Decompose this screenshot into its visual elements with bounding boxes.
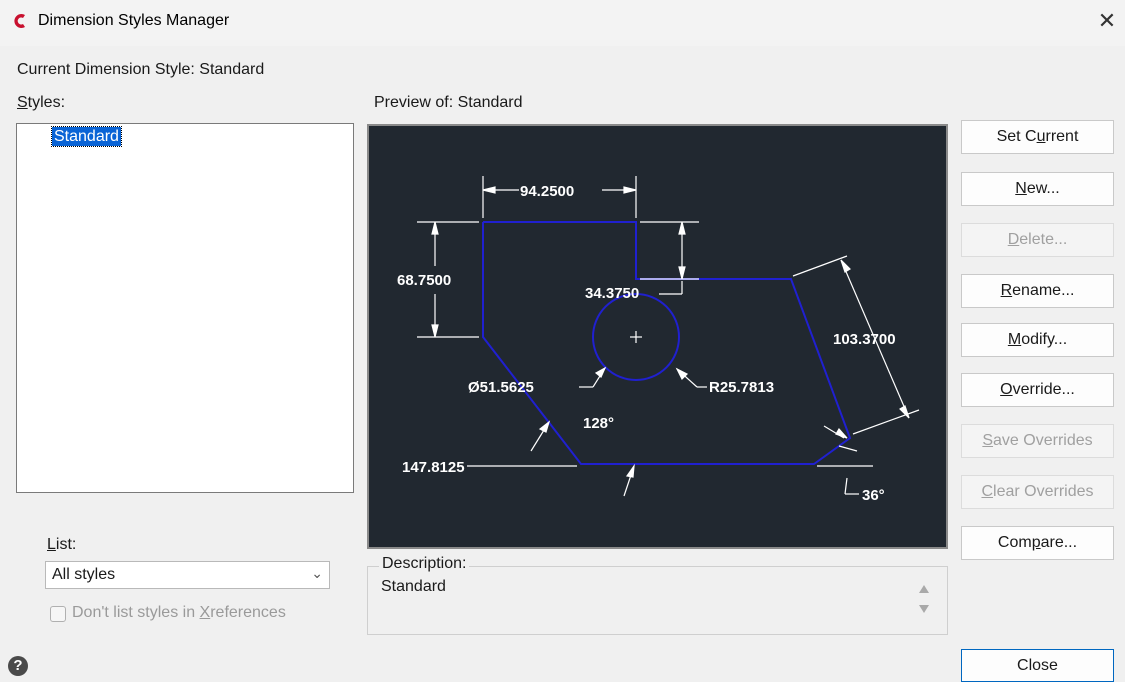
dim-diameter: Ø51.5625 bbox=[468, 379, 534, 396]
part-outline bbox=[482, 221, 852, 465]
save-overrides-button[interactable]: Save Overrides bbox=[961, 424, 1114, 458]
dim-left: 68.7500 bbox=[397, 272, 451, 289]
compare-button[interactable]: Compare... bbox=[961, 526, 1114, 560]
preview-canvas: 94.2500 68.7500 34.3750 103.3700 Ø51.562… bbox=[367, 124, 948, 549]
styles-label: Styles: bbox=[17, 94, 66, 111]
description-label: Description: bbox=[379, 555, 470, 573]
rename-button[interactable]: Rename... bbox=[961, 274, 1114, 308]
description-text: Standard bbox=[381, 578, 446, 595]
close-icon[interactable]: ✕ bbox=[1092, 6, 1122, 36]
dim-small-angle: 36° bbox=[862, 487, 885, 504]
window-title: Dimension Styles Manager bbox=[38, 12, 230, 29]
clear-overrides-button[interactable]: Clear Overrides bbox=[961, 475, 1114, 509]
modify-button[interactable]: Modify... bbox=[961, 323, 1114, 357]
chevron-down-icon: ⌄ bbox=[311, 565, 323, 581]
current-style-label: Current Dimension Style: Standard bbox=[17, 61, 265, 78]
close-button[interactable]: Close bbox=[961, 649, 1114, 682]
dim-bottom: 147.8125 bbox=[402, 459, 465, 476]
override-button[interactable]: Override... bbox=[961, 373, 1114, 407]
dimension-preview-drawing: 94.2500 68.7500 34.3750 103.3700 Ø51.562… bbox=[397, 176, 920, 504]
dim-step: 34.3750 bbox=[585, 285, 639, 302]
dim-radius: R25.7813 bbox=[709, 379, 774, 396]
description-box bbox=[367, 566, 948, 635]
styles-listbox[interactable]: Standard bbox=[16, 123, 354, 493]
delete-button[interactable]: Delete... bbox=[961, 223, 1114, 257]
style-item-standard[interactable]: Standard bbox=[51, 126, 122, 147]
list-label: List: bbox=[47, 536, 77, 553]
app-icon bbox=[14, 14, 25, 28]
xref-checkbox-label: Don't list styles in Xreferences bbox=[72, 604, 286, 621]
dim-angle: 128° bbox=[583, 415, 614, 432]
scroll-down-icon[interactable] bbox=[917, 602, 931, 616]
dim-diag: 103.3700 bbox=[833, 331, 896, 348]
preview-label: Preview of: Standard bbox=[374, 94, 523, 111]
list-filter-select[interactable]: All styles ⌄ bbox=[45, 561, 330, 589]
help-icon[interactable]: ? bbox=[8, 656, 28, 676]
xref-checkbox[interactable] bbox=[50, 606, 66, 622]
dim-top: 94.2500 bbox=[520, 183, 574, 200]
scroll-up-icon[interactable] bbox=[917, 582, 931, 596]
new-button[interactable]: New... bbox=[961, 172, 1114, 206]
set-current-button[interactable]: Set Current bbox=[961, 120, 1114, 154]
list-filter-value: All styles bbox=[52, 566, 116, 583]
